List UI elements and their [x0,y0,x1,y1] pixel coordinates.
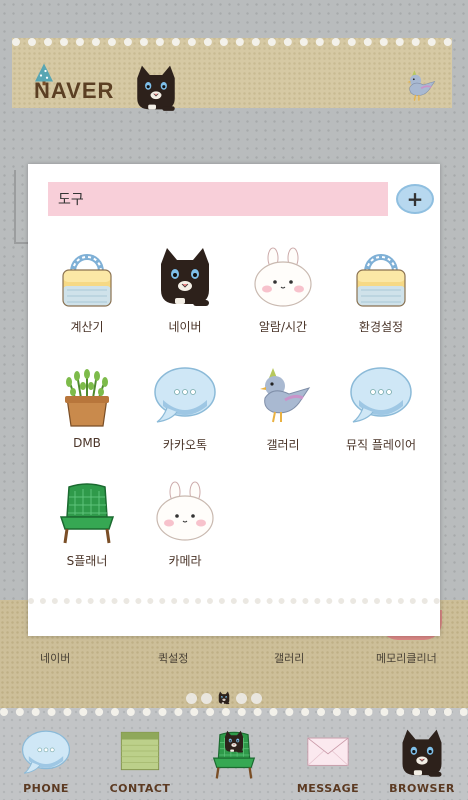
black-cat-icon [216,691,232,705]
app-settings[interactable]: 환경설정 [331,246,431,356]
naver-logo: NAVER [34,78,115,103]
dock-label: MESSAGE [296,782,360,795]
app-gallery[interactable]: 갤러리 [233,364,333,474]
app-label: 갤러리 [266,438,300,452]
folder-name-input[interactable] [48,182,388,216]
app-label: 네이버 [168,320,202,334]
potted-plant-icon [55,364,119,428]
app-label: DMB [73,436,101,450]
bird-icon [402,68,438,104]
folder-scallop-edge [28,610,440,626]
dock-label: PHONE [23,782,69,795]
dock-app-drawer[interactable] [188,724,280,800]
basket-icon [55,246,119,310]
black-cat-icon [395,728,449,780]
bunny-icon [153,480,217,544]
green-chair-icon [55,480,119,546]
speech-bubble-icon [349,364,413,428]
app-label: 뮤직 플레이어 [345,438,417,452]
app-label: 알람/시간 [258,320,308,334]
app-label: 계산기 [70,320,104,334]
speech-bubble-icon [153,364,217,428]
naver-search-widget[interactable]: NAVER [12,38,452,108]
folder-lace-border [28,598,440,608]
app-s-planner[interactable]: S플래너 [37,480,137,590]
app-camera[interactable]: 카메라 [135,480,235,590]
shortcut-label-gallery[interactable]: 갤러리 [274,650,304,666]
app-label: 카카오톡 [162,438,208,452]
shortcut-label-naver[interactable]: 네이버 [40,650,70,666]
app-music-player[interactable]: 뮤직 플레이어 [331,364,431,474]
app-label: 카메라 [168,554,202,568]
page-dot [236,692,247,704]
page-dot [251,692,262,704]
notebook-icon [117,728,163,774]
dock-phone[interactable]: PHONE [0,724,92,800]
black-cat-icon [221,730,247,754]
bird-icon [251,364,315,428]
dock-message[interactable]: MESSAGE [282,724,374,800]
app-alarm-clock[interactable]: 알람/시간 [233,246,333,356]
black-cat-icon [126,64,186,114]
app-dmb[interactable]: DMB [37,364,137,474]
dock-label: CONTACT [109,782,171,795]
app-calculator[interactable]: 계산기 [37,246,137,356]
dock-browser[interactable]: BROWSER [376,724,468,800]
dock: PHONE CONTACT MESSAGE BROWSER [0,708,468,800]
dock-label: BROWSER [389,782,455,795]
app-label: S플래너 [66,554,108,568]
envelope-icon [301,728,355,774]
speech-bubble-icon [18,728,74,778]
app-kakaotalk[interactable]: 카카오톡 [135,364,235,474]
shortcut-label-memory-cleaner[interactable]: 메모리클리너 [376,650,437,666]
page-indicator [186,692,262,704]
basket-icon [349,246,413,310]
bunny-icon [251,246,315,310]
page-dot [186,692,197,704]
add-app-button[interactable]: + [396,184,434,214]
black-cat-icon [153,246,217,310]
shortcut-label-quick-settings[interactable]: 퀵설정 [158,650,188,666]
page-dot [201,692,212,704]
dock-contact[interactable]: CONTACT [94,724,186,800]
app-naver[interactable]: 네이버 [135,246,235,356]
app-label: 환경설정 [358,320,404,334]
